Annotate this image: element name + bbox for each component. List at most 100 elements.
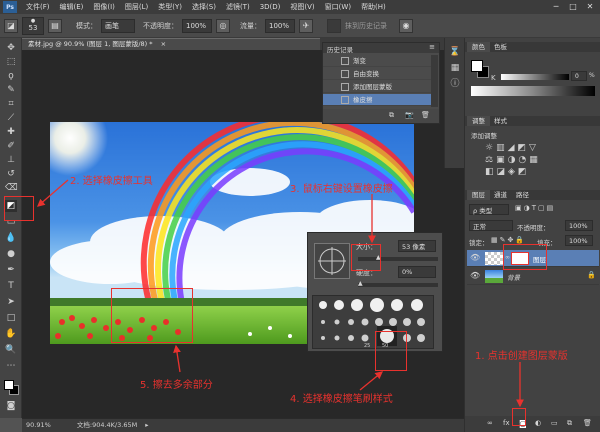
visibility-eye-icon[interactable]: 👁 — [470, 271, 480, 280]
history-item-gradient[interactable]: 渐变 — [323, 55, 431, 67]
type-tool-icon[interactable]: T — [5, 280, 17, 292]
history-panel-menu-icon[interactable]: ≡ — [429, 43, 435, 51]
layer-style-icon[interactable]: fx — [503, 419, 510, 427]
edit-toolbar-icon[interactable]: ⋯ — [5, 360, 17, 372]
zoom-tool-icon[interactable]: 🔍 — [5, 344, 17, 356]
history-scrollbar[interactable] — [431, 55, 438, 107]
tab-paths[interactable]: 路径 — [511, 190, 534, 200]
history-panel-icon[interactable]: ⌛ — [449, 46, 461, 58]
hand-tool-icon[interactable]: ✋ — [5, 328, 17, 340]
menu-select[interactable]: 选择(S) — [187, 2, 221, 12]
tab-channels[interactable]: 通道 — [489, 190, 512, 200]
tab-layers[interactable]: 图层 — [467, 190, 490, 200]
menu-filter[interactable]: 滤镜(T) — [221, 2, 255, 12]
blur-tool-icon[interactable]: 💧 — [5, 232, 17, 244]
brush-hardness-input[interactable]: 0% — [398, 266, 436, 278]
brush-tool-icon[interactable]: ✐ — [5, 140, 17, 152]
mode-label: 模式： — [76, 21, 97, 30]
tab-styles[interactable]: 样式 — [489, 116, 512, 126]
document-tab-close-icon[interactable]: × — [161, 40, 166, 48]
marquee-tool-icon[interactable]: ⬚ — [5, 56, 17, 68]
link-layers-icon[interactable]: ∞ — [487, 419, 493, 427]
menu-3d[interactable]: 3D(D) — [255, 3, 286, 11]
new-group-icon[interactable]: ▭ — [551, 419, 558, 427]
trash-icon[interactable]: 🗑 — [421, 111, 430, 119]
visibility-eye-icon[interactable]: 👁 — [470, 253, 480, 262]
new-adjustment-icon[interactable]: ◐ — [535, 419, 541, 427]
brush-panel-icon[interactable]: ▤ — [48, 18, 62, 33]
history-checkbox[interactable] — [327, 18, 341, 33]
brush-tip-grid[interactable] — [312, 295, 434, 349]
brush-hardness-slider[interactable]: ▲ — [358, 280, 438, 287]
fill-input[interactable]: 100% — [565, 235, 593, 246]
delete-layer-icon[interactable]: 🗑 — [583, 419, 592, 427]
lasso-tool-icon[interactable]: ϙ — [5, 70, 17, 82]
layers-panel-tabs: 图层 通道 路径 — [465, 190, 600, 200]
channel-k-slider[interactable] — [501, 74, 569, 80]
move-tool-icon[interactable]: ✥ — [5, 42, 17, 54]
pen-tool-icon[interactable]: ✒ — [5, 264, 17, 276]
new-layer-icon[interactable]: ⧉ — [567, 419, 572, 428]
blend-mode-select[interactable]: 正常 — [469, 220, 513, 231]
dodge-tool-icon[interactable]: ● — [5, 248, 17, 260]
quick-select-tool-icon[interactable]: ✎ — [5, 84, 17, 96]
eyedropper-tool-icon[interactable]: ⟋ — [5, 112, 17, 124]
opacity-input[interactable]: 100% — [182, 18, 212, 33]
layer-opacity-input[interactable]: 100% — [565, 220, 593, 231]
quick-mask-icon[interactable]: ◙ — [5, 400, 17, 412]
pressure-size-icon[interactable]: ◉ — [399, 18, 413, 33]
tab-color[interactable]: 颜色 — [467, 42, 490, 52]
menu-edit[interactable]: 编辑(E) — [55, 2, 89, 12]
menu-type[interactable]: 类型(Y) — [153, 2, 187, 12]
close-button[interactable]: ✕ — [582, 1, 598, 12]
airbrush-icon[interactable]: ✈ — [299, 18, 313, 33]
history-step-icon — [341, 83, 349, 91]
shape-tool-icon[interactable]: □ — [5, 312, 17, 324]
channel-k-unit: % — [589, 72, 595, 79]
document-tab[interactable]: 素材.jpg @ 90.9% (图层 1, 图层蒙版/8) * × — [22, 38, 320, 50]
flow-input[interactable]: 100% — [265, 18, 295, 33]
eraser-preset-icon[interactable]: ◪ — [4, 18, 18, 33]
pressure-opacity-icon[interactable]: ◎ — [216, 18, 230, 33]
status-arrow-icon[interactable]: ▸ — [145, 421, 148, 429]
menu-layer[interactable]: 图层(L) — [120, 2, 153, 12]
menu-file[interactable]: 文件(F) — [21, 2, 55, 12]
tab-adjustments[interactable]: 调整 — [467, 116, 490, 126]
history-panel-title[interactable]: 历史记录 — [327, 44, 353, 54]
mode-select[interactable]: 画笔 — [101, 18, 135, 33]
info-panel-icon[interactable]: ⓘ — [449, 78, 461, 90]
menu-view[interactable]: 视图(V) — [285, 2, 319, 12]
color-fg-swatch[interactable] — [471, 60, 483, 72]
brush-size-picker[interactable]: ● 53 — [22, 16, 44, 35]
channel-k-input[interactable]: 0 — [571, 71, 587, 81]
crop-tool-icon[interactable]: ⌗ — [5, 98, 17, 110]
layer-filter-icons[interactable]: ▣◑T▢▤ — [515, 204, 555, 212]
bg-eraser-tool-icon[interactable]: ⌫ — [5, 182, 18, 194]
color-ramp[interactable] — [471, 86, 595, 96]
snapshot-icon[interactable]: 📷 — [405, 111, 414, 119]
healing-tool-icon[interactable]: ✚ — [5, 126, 17, 138]
history-item-eraser[interactable]: 橡皮擦 — [323, 94, 431, 106]
foreground-color-swatch[interactable] — [4, 380, 14, 390]
path-select-tool-icon[interactable]: ➤ — [5, 296, 17, 308]
history-panel-footer: ⧉ 📷 🗑 — [323, 109, 439, 123]
brush-size-input[interactable]: 53 像素 — [398, 240, 436, 252]
new-doc-from-state-icon[interactable]: ⧉ — [389, 111, 394, 120]
adjustment-icons[interactable]: ☼▥◢◩▽ ⚖▣◑◔▦ ◧◪◈◩ — [485, 142, 585, 178]
properties-panel-icon[interactable]: ▦ — [449, 62, 461, 74]
status-zoom[interactable]: 90.91% — [26, 421, 51, 429]
brush-angle-preview[interactable] — [314, 243, 350, 279]
minimize-button[interactable]: ─ — [548, 1, 564, 12]
lock-icons[interactable]: ▦✎✥🔒 — [491, 236, 526, 244]
menu-window[interactable]: 窗口(W) — [320, 2, 356, 12]
tab-swatches[interactable]: 色板 — [489, 42, 512, 52]
menu-image[interactable]: 图像(I) — [88, 2, 120, 12]
menu-help[interactable]: 帮助(H) — [356, 2, 391, 12]
layer-row-background[interactable]: 👁 背景 🔒 — [467, 268, 599, 285]
history-brush-tool-icon[interactable]: ↺ — [5, 168, 17, 180]
stamp-tool-icon[interactable]: ⊥ — [5, 154, 17, 166]
maximize-button[interactable]: □ — [565, 1, 581, 12]
layer-kind-filter[interactable]: ρ 类型 — [469, 204, 509, 215]
history-item-add-mask[interactable]: 添加图层蒙版 — [323, 81, 431, 93]
history-item-free-transform[interactable]: 自由变换 — [323, 68, 431, 80]
